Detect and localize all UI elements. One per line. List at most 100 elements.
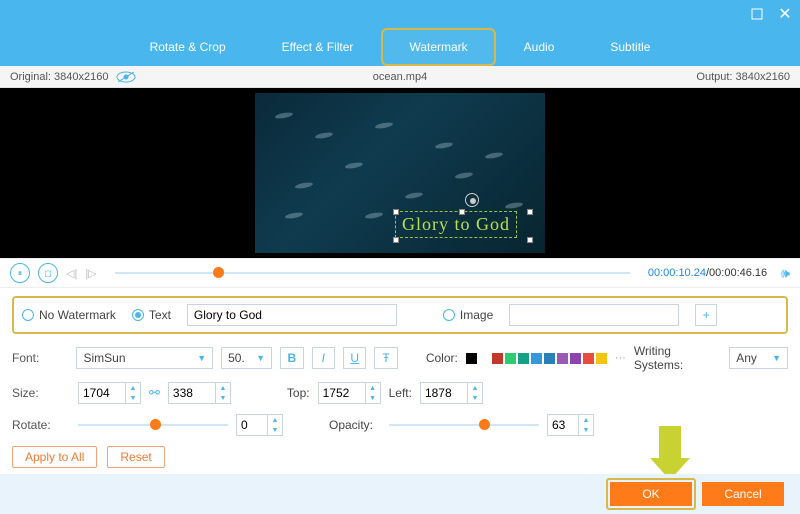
radio-no-watermark[interactable]: No Watermark	[22, 308, 116, 322]
more-colors[interactable]: ···	[615, 352, 626, 364]
height-spinner[interactable]: ▲▼	[168, 382, 231, 404]
ok-button[interactable]: OK	[610, 482, 692, 506]
tab-audio[interactable]: Audio	[496, 28, 583, 66]
resize-handle[interactable]	[393, 237, 399, 243]
slider-knob[interactable]	[150, 419, 161, 430]
timeline-slider[interactable]	[115, 272, 630, 274]
volume-icon[interactable]: 🕪	[781, 265, 790, 282]
opacity-input[interactable]	[548, 415, 578, 435]
watermark-text-input[interactable]	[187, 304, 397, 326]
rotate-label: Rotate:	[12, 418, 70, 432]
opacity-label: Opacity:	[329, 418, 381, 432]
rotate-handle-icon[interactable]	[465, 193, 479, 207]
down-icon[interactable]: ▼	[216, 393, 230, 403]
next-frame-button[interactable]: |▷	[85, 267, 96, 280]
color-label: Color:	[426, 351, 458, 365]
size-pos-row: Size: ▲▼ ⚯ ▲▼ Top: ▲▼ Left: ▲▼	[12, 382, 788, 404]
down-icon[interactable]: ▼	[268, 425, 282, 435]
watermark-overlay[interactable]: Glory to God	[395, 211, 517, 238]
color-swatch[interactable]	[505, 353, 516, 364]
top-spinner[interactable]: ▲▼	[318, 382, 381, 404]
color-swatch[interactable]	[531, 353, 542, 364]
minimize-button[interactable]	[750, 7, 764, 21]
add-image-button[interactable]: +	[695, 304, 717, 326]
rotate-slider[interactable]	[78, 424, 228, 426]
pause-button[interactable]: ⏸	[10, 263, 30, 283]
info-bar: Original: 3840x2160 ocean.mp4 Output: 38…	[0, 66, 800, 88]
resize-handle[interactable]	[527, 209, 533, 215]
preview-toggle-icon[interactable]	[116, 71, 136, 83]
link-dimensions-icon[interactable]: ⚯	[149, 385, 160, 401]
up-icon[interactable]: ▲	[468, 383, 482, 393]
action-row: Apply to All Reset	[0, 446, 800, 468]
down-icon[interactable]: ▼	[579, 425, 593, 435]
footer: OK Cancel	[0, 474, 800, 514]
color-swatch[interactable]	[518, 353, 529, 364]
color-swatch[interactable]	[544, 353, 555, 364]
preview-frame[interactable]: Glory to God	[255, 93, 545, 253]
down-icon[interactable]: ▼	[366, 393, 380, 403]
color-swatch[interactable]	[596, 353, 607, 364]
color-swatch[interactable]	[492, 353, 503, 364]
tab-effect-filter[interactable]: Effect & Filter	[254, 28, 382, 66]
settings-panel: No Watermark Text Image + Font: SimSun▼ …	[0, 288, 800, 436]
down-icon[interactable]: ▼	[468, 393, 482, 403]
height-input[interactable]	[169, 383, 215, 403]
cancel-button[interactable]: Cancel	[702, 482, 784, 506]
rotate-opacity-row: Rotate: ▲▼ Opacity: ▲▼	[12, 414, 788, 436]
up-icon[interactable]: ▲	[579, 415, 593, 425]
resize-handle[interactable]	[527, 237, 533, 243]
bold-button[interactable]: B	[280, 347, 303, 369]
watermark-image-input[interactable]	[509, 304, 679, 326]
writing-systems-label: Writing Systems:	[634, 344, 721, 372]
radio-image[interactable]: Image	[443, 308, 493, 322]
apply-all-button[interactable]: Apply to All	[12, 446, 97, 468]
color-swatch[interactable]	[466, 353, 477, 364]
reset-button[interactable]: Reset	[107, 446, 164, 468]
color-swatch[interactable]	[570, 353, 581, 364]
color-swatch[interactable]	[479, 353, 490, 364]
rotate-input[interactable]	[237, 415, 267, 435]
font-size-select[interactable]: 50.▼	[221, 347, 272, 369]
up-icon[interactable]: ▲	[216, 383, 230, 393]
tab-rotate-crop[interactable]: Rotate & Crop	[122, 28, 254, 66]
strike-button[interactable]: Ŧ	[374, 347, 397, 369]
top-input[interactable]	[319, 383, 365, 403]
close-button[interactable]: ✕	[778, 7, 792, 21]
timeline-knob[interactable]	[213, 267, 224, 278]
color-swatches	[466, 353, 607, 364]
watermark-type-row: No Watermark Text Image +	[12, 296, 788, 334]
tab-watermark[interactable]: Watermark	[381, 28, 495, 66]
color-swatch[interactable]	[583, 353, 594, 364]
opacity-slider[interactable]	[389, 424, 539, 426]
up-icon[interactable]: ▲	[366, 383, 380, 393]
font-family-select[interactable]: SimSun▼	[76, 347, 213, 369]
down-icon[interactable]: ▼	[126, 393, 140, 403]
timecode: 00:00:10.24/00:00:46.16	[648, 267, 767, 279]
rotate-spinner[interactable]: ▲▼	[236, 414, 283, 436]
width-spinner[interactable]: ▲▼	[78, 382, 141, 404]
left-label: Left:	[389, 386, 412, 400]
radio-text[interactable]: Text	[132, 308, 171, 322]
resize-handle[interactable]	[459, 209, 465, 215]
opacity-spinner[interactable]: ▲▼	[547, 414, 594, 436]
stop-button[interactable]: ◻	[38, 263, 58, 283]
prev-frame-button[interactable]: ◁|	[66, 267, 77, 280]
color-swatch[interactable]	[557, 353, 568, 364]
resize-handle[interactable]	[393, 209, 399, 215]
underline-button[interactable]: U	[343, 347, 366, 369]
title-bar: ✕	[0, 0, 800, 28]
left-spinner[interactable]: ▲▼	[420, 382, 483, 404]
slider-knob[interactable]	[479, 419, 490, 430]
up-icon[interactable]: ▲	[126, 383, 140, 393]
italic-button[interactable]: I	[312, 347, 335, 369]
size-label: Size:	[12, 386, 70, 400]
tab-bar: Rotate & Crop Effect & Filter Watermark …	[0, 28, 800, 66]
tab-subtitle[interactable]: Subtitle	[582, 28, 678, 66]
left-input[interactable]	[421, 383, 467, 403]
up-icon[interactable]: ▲	[268, 415, 282, 425]
radio-label: Text	[149, 308, 171, 322]
width-input[interactable]	[79, 383, 125, 403]
writing-systems-select[interactable]: Any▼	[729, 347, 788, 369]
font-label: Font:	[12, 351, 68, 365]
